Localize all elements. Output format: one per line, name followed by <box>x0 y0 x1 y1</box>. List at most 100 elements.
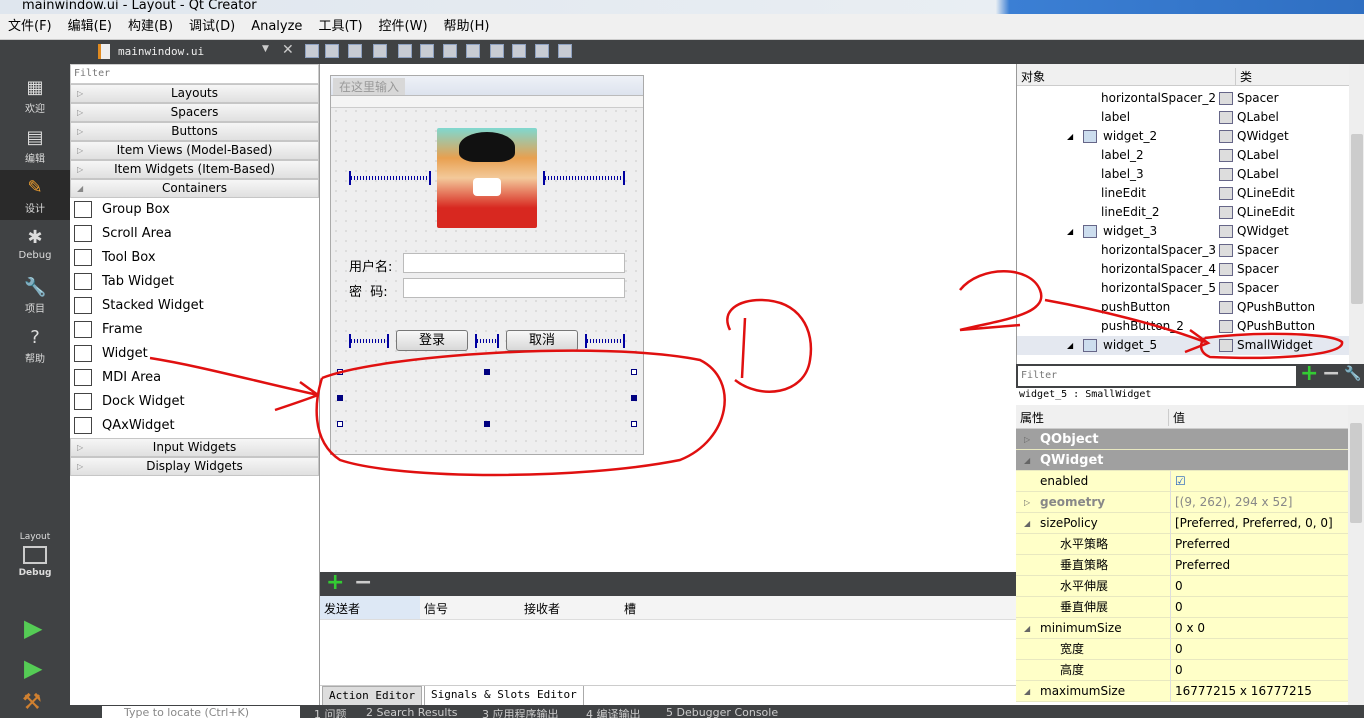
wrench-icon[interactable]: 🔧 <box>1344 366 1361 382</box>
break-layout-icon[interactable] <box>535 44 549 58</box>
expand-arrow-icon[interactable]: ◢ <box>1024 618 1030 639</box>
expand-arrow-icon[interactable]: ◢ <box>1067 127 1073 146</box>
widget-category[interactable]: ▷ Item Widgets (Item-Based) <box>70 160 319 179</box>
property-row[interactable]: enabled ☑ <box>1016 471 1348 492</box>
property-row[interactable]: 垂直策略 Preferred <box>1016 555 1348 576</box>
resize-handle[interactable] <box>337 421 343 427</box>
tab-signals-slots-editor[interactable]: Signals & Slots Editor <box>424 686 584 706</box>
edit-buddies-icon[interactable] <box>348 44 362 58</box>
widget-item[interactable]: Frame <box>70 318 319 342</box>
object-tree-row[interactable]: pushButton QPushButton <box>1017 298 1349 317</box>
widget-category[interactable]: ▷ Buttons <box>70 122 319 141</box>
col-value[interactable]: 值 <box>1168 409 1185 426</box>
pane-debugger-console[interactable]: 5 Debugger Console <box>666 706 778 718</box>
widget-item[interactable]: Scroll Area <box>70 222 319 246</box>
property-row[interactable]: ◢ sizePolicy [Preferred, Preferred, 0, 0] <box>1016 513 1348 534</box>
pane-app-output[interactable]: 3 应用程序输出 <box>482 706 559 718</box>
object-tree-row[interactable]: ◢ widget_2 QWidget <box>1017 127 1349 146</box>
col-sender[interactable]: 发送者 <box>320 596 420 619</box>
col-property[interactable]: 属性 <box>1020 409 1044 426</box>
avatar-image[interactable] <box>437 128 537 228</box>
property-value[interactable]: Preferred <box>1170 555 1230 576</box>
edit-signals-icon[interactable] <box>325 44 339 58</box>
resize-handle[interactable] <box>337 395 343 401</box>
remove-property-icon[interactable]: − <box>1322 361 1340 386</box>
property-scrollbar[interactable] <box>1348 405 1364 705</box>
mode-welcome[interactable]: ▦ 欢迎 <box>0 70 70 120</box>
property-value[interactable]: 0 <box>1170 576 1183 597</box>
open-file-selector[interactable]: mainwindow.ui <box>118 45 204 58</box>
property-section[interactable]: ▷ QObject <box>1016 429 1348 450</box>
property-row[interactable]: ◢ minimumSize 0 x 0 <box>1016 618 1348 639</box>
widget-filter-input[interactable]: Filter <box>70 64 319 84</box>
form-window[interactable]: 在这里输入 用户名: 密 码: 登录 取消 <box>330 75 644 455</box>
expand-arrow-icon[interactable]: ▷ <box>1024 429 1030 450</box>
object-scrollbar[interactable] <box>1349 64 1364 364</box>
property-row[interactable]: 宽度 0 <box>1016 639 1348 660</box>
property-value[interactable]: [Preferred, Preferred, 0, 0] <box>1170 513 1333 534</box>
property-value[interactable]: 0 <box>1170 639 1183 660</box>
widget-item[interactable]: MDI Area <box>70 366 319 390</box>
property-value[interactable]: 16777215 x 16777215 <box>1170 681 1312 702</box>
horizontal-spacer[interactable] <box>349 334 389 348</box>
horizontal-spacer[interactable] <box>475 334 499 348</box>
resize-handle[interactable] <box>484 369 490 375</box>
scroll-thumb[interactable] <box>1350 423 1362 523</box>
property-row[interactable]: 水平伸展 0 <box>1016 576 1348 597</box>
menu-tools[interactable]: 工具(T) <box>310 14 370 40</box>
widget-item[interactable]: Tab Widget <box>70 270 319 294</box>
layout-v-splitter-icon[interactable] <box>466 44 480 58</box>
property-value[interactable]: 0 x 0 <box>1170 618 1205 639</box>
object-tree-row[interactable]: horizontalSpacer_4 Spacer <box>1017 260 1349 279</box>
expand-arrow-icon[interactable]: ◢ <box>1024 450 1030 471</box>
widget-item[interactable]: Stacked Widget <box>70 294 319 318</box>
adjust-size-icon[interactable] <box>558 44 572 58</box>
property-value[interactable]: ☑ <box>1170 471 1186 492</box>
property-row[interactable]: 水平策略 Preferred <box>1016 534 1348 555</box>
widget-category[interactable]: ▷ Layouts <box>70 84 319 103</box>
layout-vertical-icon[interactable] <box>420 44 434 58</box>
horizontal-spacer[interactable] <box>585 334 625 348</box>
add-property-icon[interactable]: + <box>1300 361 1318 386</box>
object-tree-row[interactable]: label QLabel <box>1017 108 1349 127</box>
expand-arrow-icon[interactable]: ◢ <box>1067 222 1073 241</box>
object-tree-row[interactable]: label_2 QLabel <box>1017 146 1349 165</box>
property-row[interactable]: ▷ geometry [(9, 262), 294 x 52] <box>1016 492 1348 513</box>
property-row[interactable]: ◢ maximumSize 16777215 x 16777215 <box>1016 681 1348 702</box>
tab-action-editor[interactable]: Action Editor <box>322 686 423 706</box>
object-tree-row[interactable]: horizontalSpacer_5 Spacer <box>1017 279 1349 298</box>
resize-handle[interactable] <box>631 395 637 401</box>
resize-handle[interactable] <box>631 421 637 427</box>
col-slot[interactable]: 槽 <box>624 600 636 617</box>
widget-item[interactable]: Group Box <box>70 198 319 222</box>
widget-category[interactable]: ▷ Spacers <box>70 103 319 122</box>
mode-edit[interactable]: ▤ 编辑 <box>0 120 70 170</box>
widget-item[interactable]: QAxWidget <box>70 414 319 438</box>
object-tree-row[interactable]: lineEdit QLineEdit <box>1017 184 1349 203</box>
menu-widgets[interactable]: 控件(W) <box>371 14 436 40</box>
property-section[interactable]: ◢ QWidget <box>1016 450 1348 471</box>
remove-icon[interactable]: − <box>354 570 372 595</box>
layout-h-splitter-icon[interactable] <box>443 44 457 58</box>
col-class[interactable]: 类 <box>1235 68 1252 85</box>
add-icon[interactable]: + <box>326 570 344 595</box>
menu-type-here[interactable]: 在这里输入 <box>333 78 406 95</box>
widget-category[interactable]: ▷ Item Views (Model-Based) <box>70 141 319 160</box>
property-value[interactable]: Preferred <box>1170 534 1230 555</box>
object-tree-row[interactable]: horizontalSpacer_3 Spacer <box>1017 241 1349 260</box>
build-hammer-icon[interactable]: ⚒ <box>22 690 42 715</box>
property-filter-input[interactable]: Filter <box>1018 366 1296 386</box>
object-tree-row[interactable]: horizontalSpacer_2 Spacer <box>1017 89 1349 108</box>
col-object[interactable]: 对象 <box>1021 68 1045 85</box>
edit-tab-order-icon[interactable] <box>373 44 387 58</box>
property-value[interactable]: [(9, 262), 294 x 52] <box>1170 492 1292 513</box>
pane-compile-output[interactable]: 4 编译输出 <box>586 706 641 718</box>
widget-category[interactable]: ▷ Input Widgets <box>70 438 319 457</box>
login-button[interactable]: 登录 <box>396 330 468 351</box>
kit-selector[interactable]: Layout Debug <box>0 532 70 578</box>
object-tree-row[interactable]: ◢ widget_5 SmallWidget <box>1017 336 1349 355</box>
resize-handle[interactable] <box>337 369 343 375</box>
resize-handle[interactable] <box>631 369 637 375</box>
mode-design[interactable]: ✎ 设计 <box>0 170 70 220</box>
expand-arrow-icon[interactable]: ◢ <box>1024 513 1030 534</box>
